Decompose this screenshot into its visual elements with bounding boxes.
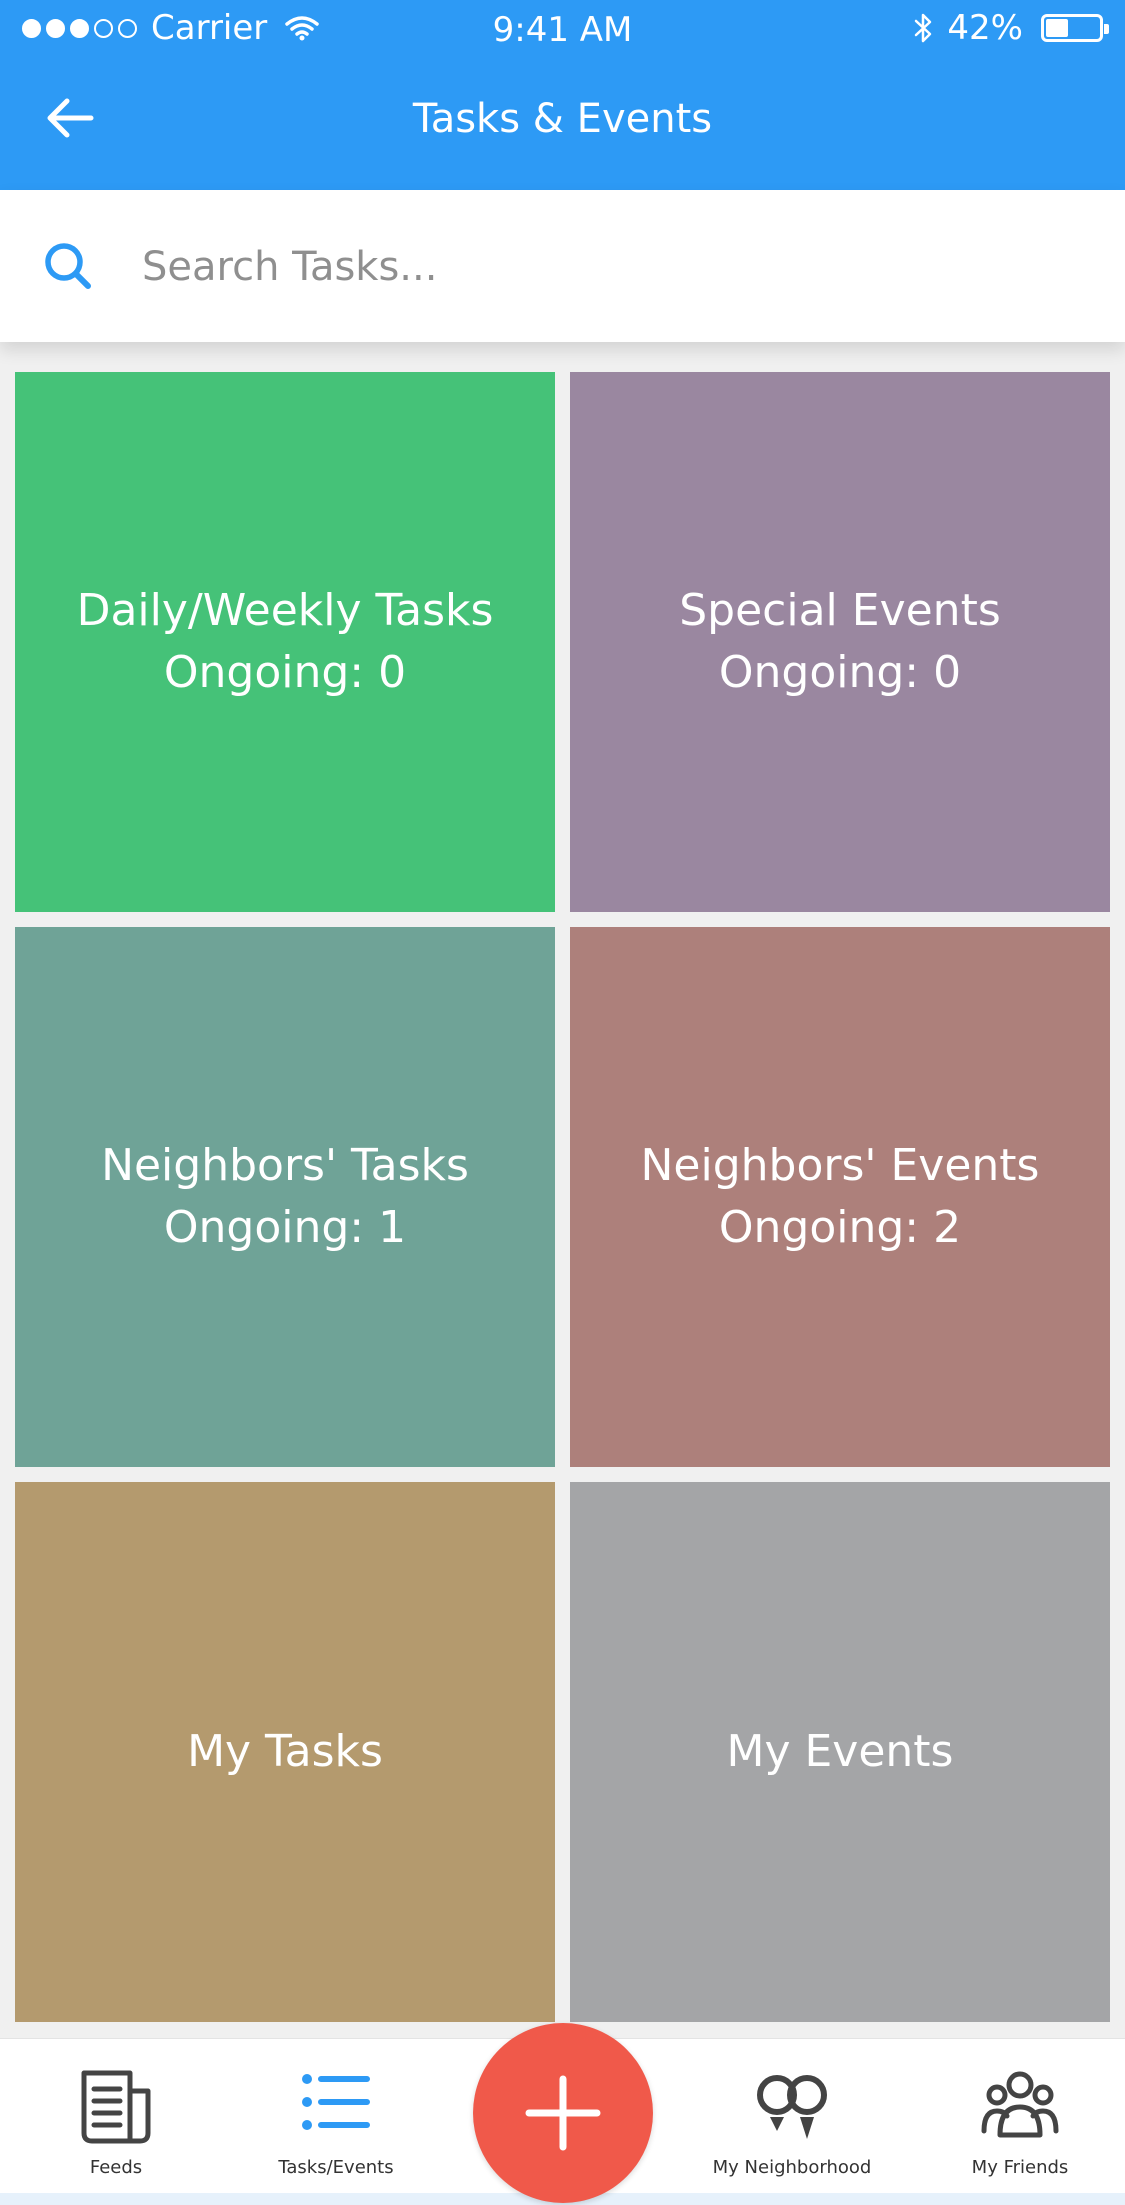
tab-label: My Neighborhood [712,2157,872,2178]
bluetooth-icon [915,13,932,43]
search-bar [0,190,1125,342]
add-button[interactable] [473,2023,653,2203]
tile-title: Neighbors' Tasks [101,1140,469,1191]
newspaper-icon [81,2070,151,2144]
tile-daily-weekly-tasks[interactable]: Daily/Weekly Tasks Ongoing: 0 [15,372,555,912]
tile-title: My Events [726,1726,954,1777]
location-pins-icon [757,2075,827,2139]
tab-feeds[interactable]: Feeds [6,2039,226,2194]
tile-ongoing-count: Ongoing: 2 [718,1202,962,1253]
tile-title: My Tasks [187,1726,383,1777]
tile-title: Special Events [679,585,1001,636]
list-icon [302,2074,370,2130]
tab-my-neighborhood[interactable]: My Neighborhood [682,2039,902,2194]
tab-my-friends[interactable]: My Friends [910,2039,1125,2194]
tile-special-events[interactable]: Special Events Ongoing: 0 [570,372,1110,912]
tile-ongoing-count: Ongoing: 0 [163,647,407,698]
tile-ongoing-count: Ongoing: 1 [163,1202,407,1253]
tile-my-events[interactable]: My Events [570,1482,1110,2022]
tile-neighbors-tasks[interactable]: Neighbors' Tasks Ongoing: 1 [15,927,555,1467]
battery-icon [1041,14,1109,42]
tab-label: Tasks/Events [278,2157,394,2178]
tile-title: Daily/Weekly Tasks [76,585,494,636]
tile-title: Neighbors' Events [640,1140,1040,1191]
group-icon [981,2071,1059,2138]
app-header: Carrier 9:41 AM 42% Tasks & Events [0,0,1125,190]
plus-icon [525,2075,601,2151]
battery-percent: 42% [947,8,1023,48]
tile-my-tasks[interactable]: My Tasks [15,1482,555,2022]
status-bar: Carrier 9:41 AM 42% [0,0,1125,62]
tab-label: My Friends [971,2157,1069,2178]
page-title: Tasks & Events [412,96,713,142]
tile-neighbors-events[interactable]: Neighbors' Events Ongoing: 2 [570,927,1110,1467]
tab-tasks-events[interactable]: Tasks/Events [226,2039,446,2194]
tab-label: Feeds [89,2157,143,2178]
search-input[interactable] [140,230,1044,304]
battery-level [1046,19,1068,37]
tile-ongoing-count: Ongoing: 0 [718,647,962,698]
search-icon[interactable] [42,240,96,294]
status-right: 42% [913,8,1109,48]
